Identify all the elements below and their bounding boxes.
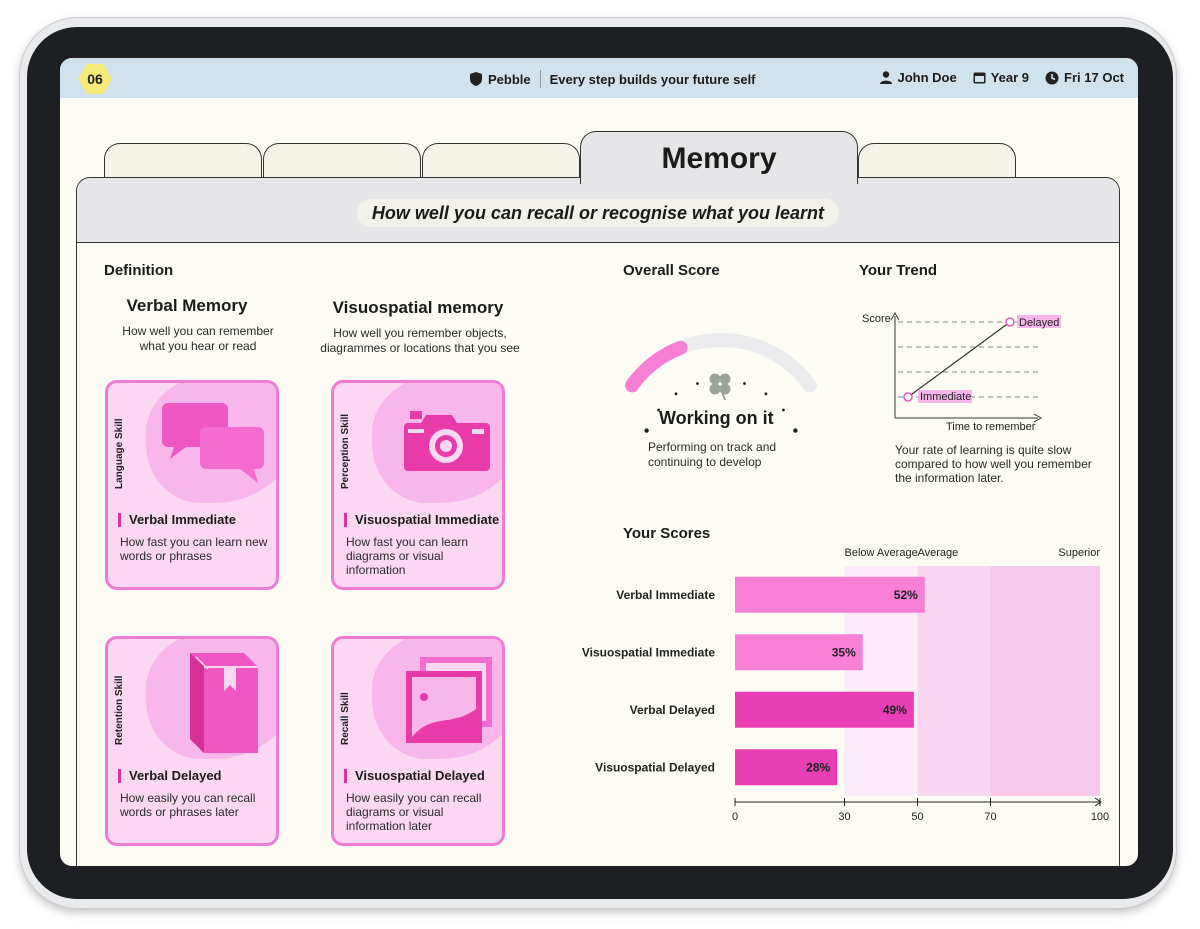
- speech-bubbles-icon: [158, 399, 268, 494]
- app-screen: 06 Pebble Every step builds your future …: [60, 58, 1138, 866]
- trend-desc-line3: the information later.: [895, 471, 1004, 485]
- level-badge: 06: [78, 64, 112, 94]
- date-text: Fri 17 Oct: [1064, 70, 1124, 85]
- shield-icon: [470, 72, 482, 86]
- user-info: John Doe Year 9 Fri 17 Oct: [880, 70, 1124, 85]
- trend-title: Your Trend: [859, 262, 938, 279]
- card-desc: How fast you can learn diagrams or visua…: [346, 535, 469, 577]
- tab-memory[interactable]: Memory: [580, 131, 858, 184]
- overall-desc-line1: Performing on track and: [648, 440, 777, 454]
- skill-label: Recall Skill: [340, 692, 351, 745]
- skill-label: Retention Skill: [114, 675, 125, 745]
- skill-card-visuospatial-immediate[interactable]: Perception Skill Visuospatial Immediate …: [331, 380, 505, 590]
- skill-card-visuospatial-delayed[interactable]: Recall Skill Visuospatial Delayed How ea…: [331, 636, 505, 846]
- photos-icon: [402, 653, 498, 752]
- overall-status: Working on it: [659, 408, 774, 428]
- scores-title: Your Scores: [623, 525, 711, 542]
- overall-desc: Performing on track and continuing to de…: [648, 440, 776, 470]
- year-text: Year 9: [990, 70, 1030, 85]
- card-title: Visuospatial Immediate: [344, 513, 499, 527]
- card-title: Verbal Delayed: [118, 769, 222, 783]
- current-date: Fri 17 Oct: [1045, 70, 1124, 85]
- card-desc: How fast you can learn new words or phra…: [120, 535, 268, 563]
- brand-name: Pebble: [488, 71, 531, 87]
- camera-icon: [402, 409, 492, 478]
- skill-card-verbal-delayed[interactable]: Retention Skill Verbal Delayed How easil…: [105, 636, 279, 846]
- verbal-memory-desc-line2: what you hear or read: [139, 339, 257, 353]
- visuospatial-memory-desc-line1: How well you remember objects,: [333, 326, 507, 340]
- brand-divider: [539, 70, 541, 88]
- clock-icon: [1045, 71, 1059, 85]
- overall-desc-line2: continuing to develop: [648, 455, 762, 469]
- overall-score-title: Overall Score: [623, 262, 720, 279]
- card-desc: How easily you can recall words or phras…: [120, 791, 256, 819]
- verbal-memory-desc-line1: How well you can remember: [122, 324, 274, 338]
- visuospatial-memory-desc: How well you remember objects, diagramme…: [310, 326, 530, 356]
- school-year: Year 9: [973, 70, 1029, 85]
- brand-motto: Every step builds your future self: [549, 71, 756, 87]
- card-desc: How easily you can recall diagrams or vi…: [346, 791, 482, 833]
- user-profile[interactable]: John Doe: [880, 70, 957, 85]
- book-icon: [184, 649, 264, 764]
- trend-desc-line1: Your rate of learning is quite slow: [895, 443, 1072, 457]
- user-name: John Doe: [897, 70, 957, 85]
- calendar-icon: [973, 71, 986, 84]
- visuospatial-memory-desc-line2: diagrammes or locations that you see: [320, 341, 520, 355]
- verbal-memory-desc: How well you can remember what you hear …: [100, 324, 296, 354]
- memory-subtitle: How well you can recall or recognise wha…: [357, 199, 839, 227]
- top-bar: 06 Pebble Every step builds your future …: [60, 58, 1138, 98]
- card-title: Visuospatial Delayed: [344, 769, 485, 783]
- skill-card-verbal-immediate[interactable]: Language Skill Verbal Immediate How fast…: [105, 380, 279, 590]
- panel-header: How well you can recall or recognise wha…: [77, 178, 1119, 243]
- skill-label: Perception Skill: [340, 413, 351, 489]
- user-icon: [880, 71, 893, 84]
- trend-desc: Your rate of learning is quite slow comp…: [895, 443, 1092, 485]
- skill-label: Language Skill: [114, 418, 125, 489]
- verbal-memory-title: Verbal Memory: [126, 296, 248, 315]
- card-title: Verbal Immediate: [118, 513, 236, 527]
- definition-title: Definition: [104, 262, 174, 279]
- brand-area: Pebble Every step builds your future sel…: [470, 70, 756, 88]
- visuospatial-memory-title: Visuospatial memory: [332, 298, 504, 317]
- trend-desc-line2: compared to how well you remember: [895, 457, 1092, 471]
